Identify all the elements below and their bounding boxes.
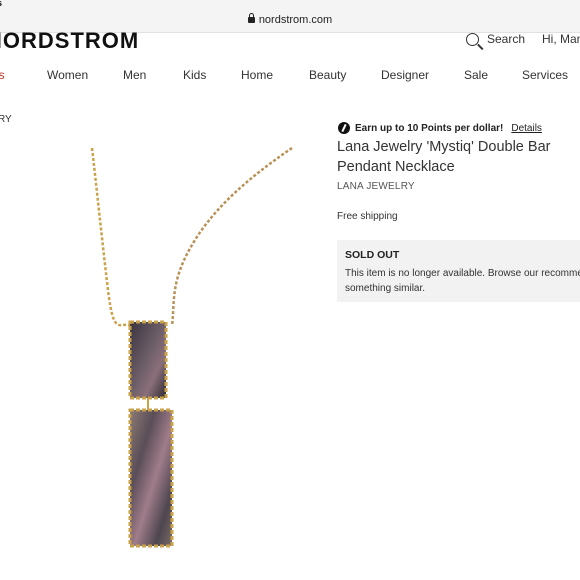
- nav-item-women[interactable]: Women: [47, 68, 88, 82]
- sold-out-line-1: This item is no longer available. Browse…: [345, 268, 580, 279]
- nav-item-sale[interactable]: Sale: [464, 68, 488, 82]
- url-display[interactable]: nordstrom.com: [0, 13, 580, 26]
- nav-item-home[interactable]: Home: [241, 68, 273, 82]
- product-brand[interactable]: LANA JEWELRY: [337, 181, 415, 192]
- sold-out-message: This item is no longer available. Browse…: [345, 266, 580, 296]
- search-label: Search: [487, 32, 526, 46]
- nav-item-kids[interactable]: Kids: [183, 68, 206, 82]
- rewards-promo: Earn up to 10 Points per dollar! Details: [338, 122, 542, 134]
- main-nav: fts Women Men Kids Home Beauty Designer …: [0, 68, 580, 86]
- search-icon: [466, 32, 479, 46]
- shipping-info: Free shipping: [337, 211, 398, 222]
- pendant-top-bar: [128, 320, 168, 400]
- product-title: Lana Jewelry 'Mystiq' Double Bar Pendant…: [337, 139, 551, 175]
- lock-icon: [247, 13, 255, 23]
- promo-details-link[interactable]: Details: [511, 123, 542, 134]
- nav-item-designer[interactable]: Designer: [381, 68, 429, 82]
- site-logo[interactable]: NORDSTROM: [0, 28, 139, 54]
- status-bar: s: [0, 0, 580, 10]
- nordy-club-icon: [338, 122, 350, 134]
- chain-left: [90, 147, 133, 328]
- sold-out-title: SOLD OUT: [345, 249, 400, 261]
- site-header: NORDSTROM Search Hi, Man: [0, 28, 580, 58]
- sold-out-line-2: something similar.: [345, 283, 426, 294]
- chain-right: [170, 146, 293, 327]
- nav-item-gifts[interactable]: fts: [0, 68, 5, 82]
- pendant-bottom-bar: [128, 408, 174, 548]
- nav-item-services[interactable]: Services: [522, 68, 568, 82]
- sold-out-notice: SOLD OUT This item is no longer availabl…: [337, 240, 580, 302]
- nav-item-beauty[interactable]: Beauty: [309, 68, 346, 82]
- product-image[interactable]: [80, 140, 310, 560]
- url-text: nordstrom.com: [258, 14, 333, 26]
- nav-item-men[interactable]: Men: [123, 68, 146, 82]
- breadcrumb[interactable]: RY: [0, 114, 12, 125]
- promo-text: Earn up to 10 Points per dollar!: [355, 122, 504, 134]
- search-button[interactable]: Search: [466, 32, 525, 46]
- account-greeting[interactable]: Hi, Man: [542, 32, 580, 46]
- status-text: s: [0, 0, 2, 8]
